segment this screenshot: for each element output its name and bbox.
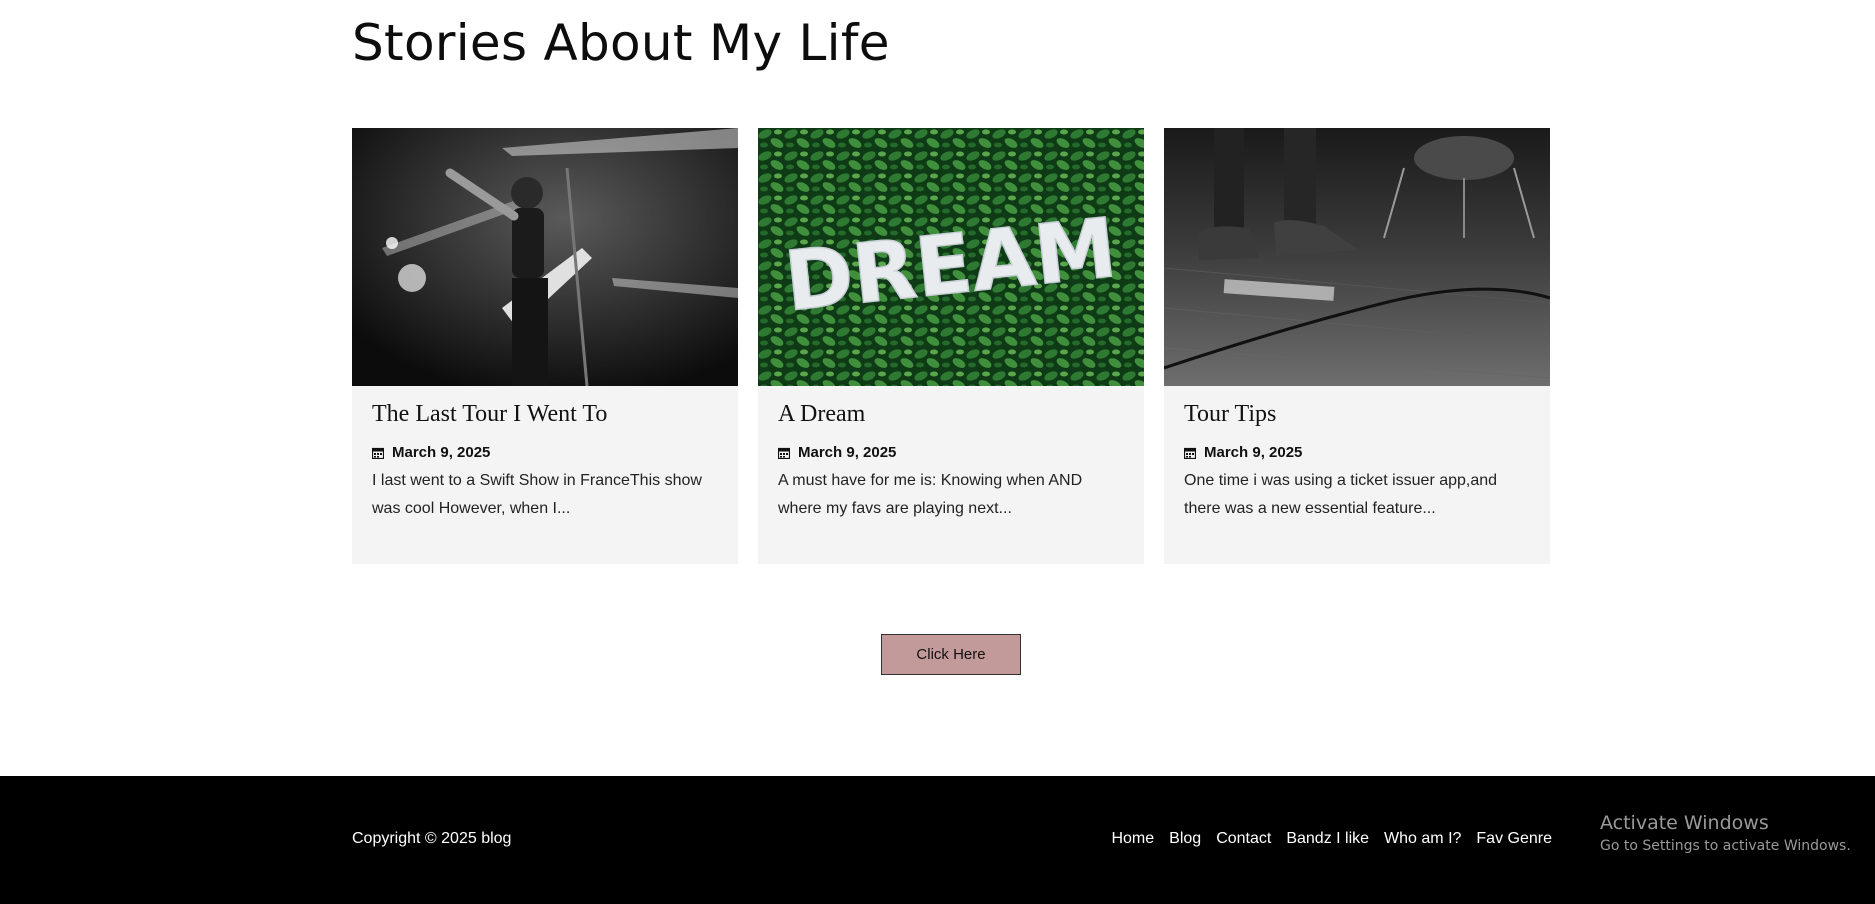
click-here-button[interactable]: Click Here	[881, 634, 1021, 675]
post-card[interactable]: DREAM A Dream March 9, 2025 A must have …	[758, 128, 1144, 564]
post-title[interactable]: Tour Tips	[1184, 396, 1530, 432]
post-date-text: March 9, 2025	[392, 444, 491, 461]
post-image-dream-leaves[interactable]: DREAM	[758, 128, 1144, 386]
watermark-subtitle: Go to Settings to activate Windows.	[1600, 838, 1851, 854]
footer-link-bandz[interactable]: Bandz I like	[1286, 830, 1369, 848]
post-grid: The Last Tour I Went To March 9, 2025 I …	[352, 128, 1550, 564]
post-date-text: March 9, 2025	[1204, 444, 1303, 461]
post-title[interactable]: The Last Tour I Went To	[372, 396, 718, 432]
footer-link-home[interactable]: Home	[1111, 830, 1154, 848]
calendar-icon	[1184, 447, 1196, 459]
post-date: March 9, 2025	[778, 444, 1124, 461]
footer-link-fav-genre[interactable]: Fav Genre	[1476, 830, 1552, 848]
footer-link-contact[interactable]: Contact	[1216, 830, 1271, 848]
copyright-text: Copyright © 2025 blog	[352, 830, 512, 847]
post-card[interactable]: The Last Tour I Went To March 9, 2025 I …	[352, 128, 738, 564]
post-title[interactable]: A Dream	[778, 396, 1124, 432]
page-title: Stories About My Life	[352, 14, 890, 72]
post-image-concert-guitarist[interactable]	[352, 128, 738, 386]
post-card[interactable]: Tour Tips March 9, 2025 One time i was u…	[1164, 128, 1550, 564]
footer-link-who-am-i[interactable]: Who am I?	[1384, 830, 1461, 848]
footer-link-blog[interactable]: Blog	[1169, 830, 1201, 848]
post-date: March 9, 2025	[372, 444, 718, 461]
site-footer: Copyright © 2025 blog Home Blog Contact …	[0, 776, 1875, 904]
post-date: March 9, 2025	[1184, 444, 1530, 461]
post-date-text: March 9, 2025	[798, 444, 897, 461]
footer-nav: Home Blog Contact Bandz I like Who am I?…	[1111, 830, 1552, 848]
calendar-icon	[372, 447, 384, 459]
calendar-icon	[778, 447, 790, 459]
post-excerpt: I last went to a Swift Show in FranceThi…	[372, 472, 702, 517]
windows-activation-watermark: Activate Windows Go to Settings to activ…	[1600, 812, 1851, 854]
post-image-stage-boots[interactable]	[1164, 128, 1550, 386]
post-excerpt: One time i was using a ticket issuer app…	[1184, 472, 1498, 517]
post-excerpt: A must have for me is: Knowing when AND …	[778, 472, 1083, 517]
watermark-title: Activate Windows	[1600, 812, 1769, 834]
